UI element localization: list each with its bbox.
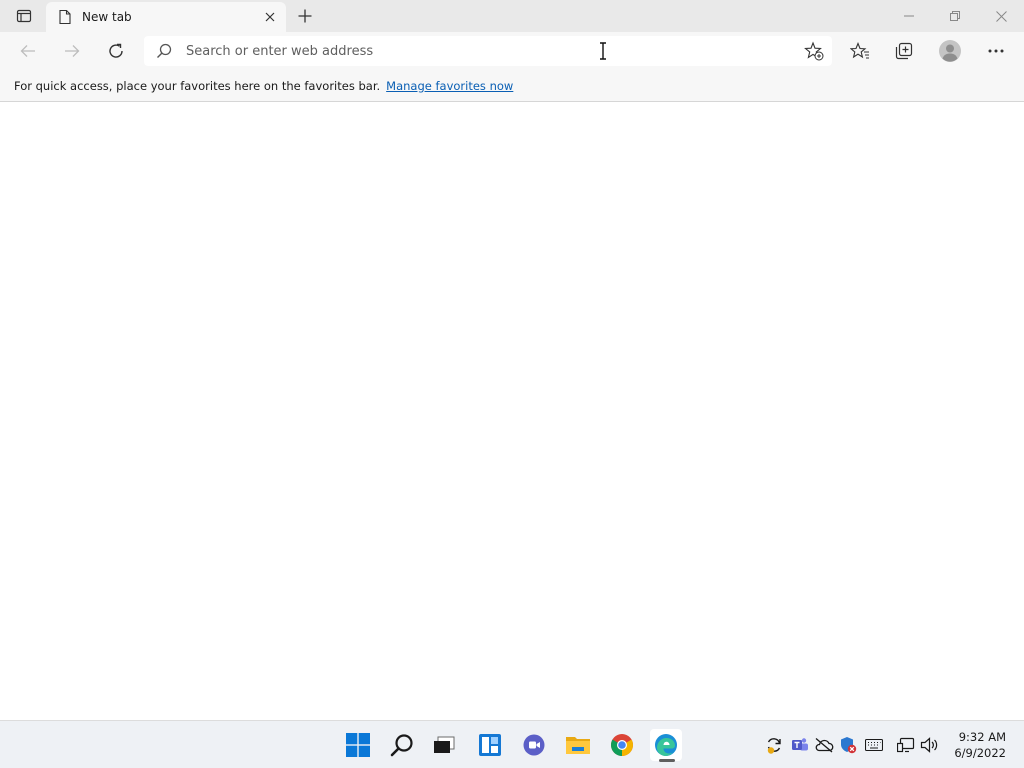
taskbar: 9:32 AM 6/9/2022 — [0, 720, 1024, 768]
teams-chat-button[interactable] — [518, 729, 550, 761]
chat-icon — [523, 734, 545, 756]
file-explorer-button[interactable] — [562, 729, 594, 761]
active-app-indicator — [659, 759, 675, 762]
arrow-right-icon — [65, 45, 80, 57]
tab-actions-button[interactable] — [8, 6, 40, 26]
close-window-button[interactable] — [978, 0, 1024, 32]
new-tab-button[interactable] — [294, 5, 316, 27]
speaker-icon — [920, 737, 938, 753]
collections-icon — [895, 42, 913, 60]
close-icon — [995, 10, 1007, 22]
start-button[interactable] — [342, 729, 374, 761]
keyboard-tray-button[interactable] — [864, 735, 884, 755]
taskbar-clock[interactable]: 9:32 AM 6/9/2022 — [954, 729, 1006, 761]
collections-button[interactable] — [890, 37, 918, 65]
arrow-left-icon — [20, 45, 35, 57]
edge-button[interactable] — [650, 729, 682, 761]
page-content[interactable] — [0, 103, 1024, 720]
taskbar-search-button[interactable] — [386, 729, 418, 761]
network-tray-button[interactable] — [896, 735, 916, 755]
widgets-icon — [479, 734, 501, 756]
clock-date: 6/9/2022 — [954, 746, 1006, 760]
teams-tray-button[interactable] — [790, 735, 810, 755]
refresh-icon — [109, 43, 123, 58]
page-icon — [59, 9, 71, 25]
refresh-button[interactable] — [102, 37, 130, 65]
volume-tray-button[interactable] — [920, 735, 940, 755]
star-add-icon — [804, 41, 824, 61]
favorites-bar-message: For quick access, place your favorites h… — [14, 78, 381, 93]
minimize-button[interactable] — [886, 0, 932, 32]
keyboard-icon — [865, 738, 883, 752]
search-icon — [390, 734, 413, 757]
favorites-button[interactable] — [846, 37, 874, 65]
minimize-icon — [904, 15, 914, 17]
shield-alert-icon — [841, 737, 857, 754]
network-icon — [897, 737, 915, 753]
windows-logo-icon — [346, 733, 370, 757]
settings-more-button[interactable] — [982, 37, 1010, 65]
widgets-button[interactable] — [474, 729, 506, 761]
close-icon — [265, 12, 275, 22]
add-favorite-button[interactable] — [802, 39, 826, 63]
browser-toolbar — [0, 32, 1024, 70]
sync-icon-button[interactable] — [764, 735, 784, 755]
security-tray-button[interactable] — [838, 735, 858, 755]
search-icon — [157, 43, 172, 58]
more-icon — [988, 49, 1004, 53]
text-cursor-icon — [600, 42, 606, 60]
plus-icon — [298, 9, 312, 23]
manage-favorites-link[interactable]: Manage favorites now — [386, 79, 513, 93]
chrome-icon — [611, 734, 633, 756]
tab-actions-icon — [16, 9, 32, 23]
tab-title: New tab — [82, 10, 132, 24]
clock-time: 9:32 AM — [958, 730, 1006, 744]
address-bar[interactable] — [144, 36, 832, 66]
restore-button[interactable] — [932, 0, 978, 32]
chrome-button[interactable] — [606, 729, 638, 761]
forward-button[interactable] — [58, 37, 86, 65]
edge-icon — [655, 734, 677, 756]
tab-new-tab[interactable]: New tab — [46, 2, 286, 32]
tab-close-button[interactable] — [262, 9, 278, 25]
avatar-icon — [939, 40, 961, 62]
onedrive-tray-button[interactable] — [814, 735, 834, 755]
back-button[interactable] — [14, 37, 42, 65]
restore-icon — [950, 11, 960, 21]
title-bar: New tab — [0, 0, 1024, 32]
teams-icon — [792, 738, 808, 751]
task-view-button[interactable] — [428, 729, 460, 761]
cloud-off-icon — [815, 738, 834, 753]
address-input[interactable] — [186, 41, 786, 61]
task-view-icon — [434, 736, 455, 753]
profile-button[interactable] — [936, 37, 964, 65]
favorites-bar: For quick access, place your favorites h… — [0, 70, 1024, 102]
sync-icon — [767, 738, 781, 754]
folder-icon — [566, 737, 590, 754]
favorites-icon — [850, 42, 869, 59]
